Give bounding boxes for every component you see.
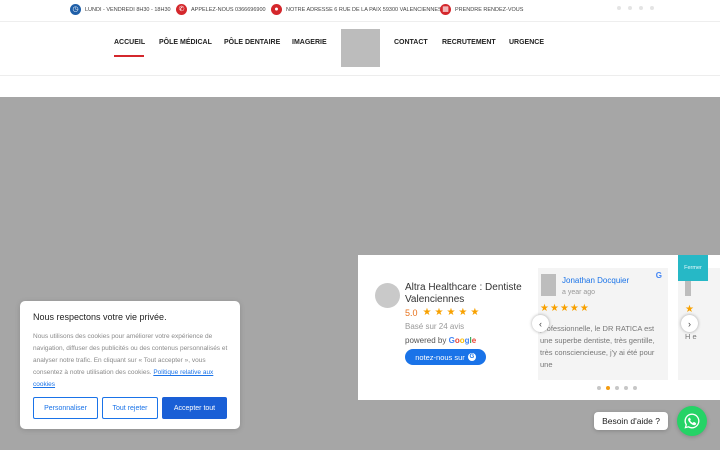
rate-us-label: notez-nous sur xyxy=(415,352,465,362)
carousel-prev-button[interactable]: ‹ xyxy=(532,315,549,332)
social-icon[interactable] xyxy=(650,6,654,10)
nav-item-urgence[interactable]: URGENCE xyxy=(509,39,544,46)
phone-icon: ✆ xyxy=(176,4,187,15)
reject-all-button[interactable]: Tout rejeter xyxy=(102,397,158,419)
calendar-icon: ▦ xyxy=(440,4,451,15)
social-icon[interactable] xyxy=(639,6,643,10)
phone-info[interactable]: ✆ APPELEZ-NOUS 0366696900 xyxy=(176,4,266,15)
business-avatar xyxy=(375,283,400,308)
accept-all-button[interactable]: Accepter tout xyxy=(162,397,227,419)
appointment-text: PRENDRE RENDEZ-VOUS xyxy=(455,6,524,13)
rate-us-button[interactable]: notez-nous sur G xyxy=(405,349,486,365)
google-icon: G xyxy=(655,271,662,280)
whatsapp-button[interactable] xyxy=(677,406,707,436)
star-icon: ★ xyxy=(685,304,694,315)
chevron-right-icon: › xyxy=(688,318,691,329)
powered-by: powered by Google xyxy=(405,336,476,345)
carousel-dot[interactable] xyxy=(633,386,637,390)
cookie-title: Nous respectons votre vie privée. xyxy=(33,312,167,322)
carousel-next-button[interactable]: › xyxy=(681,315,698,332)
nav-item-contact[interactable]: CONTACT xyxy=(394,39,428,46)
help-label[interactable]: Besoin d'aide ? xyxy=(594,412,668,430)
address-info[interactable]: ● NOTRE ADRESSE 6 RUE DE LA PAIX 59300 V… xyxy=(271,4,442,15)
review-text: H e xyxy=(685,332,697,341)
nav-item-pole-dentaire[interactable]: PÔLE DENTAIRE xyxy=(224,39,280,46)
star-icon: ★ xyxy=(422,307,432,318)
review-stars: ★ ★ ★ ★ ★ xyxy=(540,304,589,314)
main-nav: ACCUEIL PÔLE MÉDICAL PÔLE DENTAIRE IMAGE… xyxy=(0,22,720,75)
google-wordmark: Google xyxy=(448,336,477,345)
nav-item-recrutement[interactable]: RECRUTEMENT xyxy=(442,39,496,46)
nav-item-accueil[interactable]: ACCUEIL xyxy=(114,39,145,46)
powered-by-text: powered by xyxy=(405,336,447,345)
header-spacer xyxy=(0,75,720,97)
rating-score: 5.0 xyxy=(405,308,418,318)
star-icon: ★ xyxy=(559,303,569,314)
carousel-dots xyxy=(597,386,637,390)
side-tab[interactable]: Fermer xyxy=(678,255,708,281)
star-icon: ★ xyxy=(446,307,456,318)
star-icon: ★ xyxy=(569,303,579,314)
review-time: a year ago xyxy=(562,289,596,296)
hours-info: ◷ LUNDI - VENDREDI 8H30 - 18H30 xyxy=(70,4,171,15)
reviewer-avatar xyxy=(541,274,556,296)
cookie-body: Nous utilisons des cookies pour améliore… xyxy=(33,331,229,391)
social-icon[interactable] xyxy=(628,6,632,10)
address-text: NOTRE ADRESSE 6 RUE DE LA PAIX 59300 VAL… xyxy=(286,6,442,13)
nav-item-imagerie[interactable]: IMAGERIE xyxy=(292,39,327,46)
star-icon: ★ xyxy=(434,307,444,318)
active-nav-underline xyxy=(114,55,144,57)
rating-summary: 5.0 ★ ★ ★ ★ ★ xyxy=(405,307,480,319)
reviewer-name[interactable]: Jonathan Docquier xyxy=(562,276,629,285)
star-icon: ★ xyxy=(458,307,468,318)
social-links xyxy=(617,6,654,10)
whatsapp-icon xyxy=(684,413,700,429)
star-icon: ★ xyxy=(470,307,480,318)
star-icon: ★ xyxy=(579,303,589,314)
clock-icon: ◷ xyxy=(70,4,81,15)
cookie-consent-banner: Nous respectons votre vie privée. Nous u… xyxy=(20,301,240,429)
carousel-dot[interactable] xyxy=(615,386,619,390)
nav-item-pole-medical[interactable]: PÔLE MÉDICAL xyxy=(159,39,212,46)
phone-text: APPELEZ-NOUS 0366696900 xyxy=(191,6,266,13)
carousel-dot-active[interactable] xyxy=(606,386,610,390)
site-logo[interactable] xyxy=(341,29,380,67)
review-count: Basé sur 24 avis xyxy=(405,322,465,331)
star-icon: ★ xyxy=(540,303,549,314)
hours-text: LUNDI - VENDREDI 8H30 - 18H30 xyxy=(85,6,171,13)
chevron-left-icon: ‹ xyxy=(539,318,542,329)
business-name: Altra Healthcare : Dentiste Valenciennes xyxy=(405,282,522,305)
review-card: Jonathan Docquier a year ago G ★ ★ ★ ★ ★… xyxy=(538,268,668,380)
carousel-dot[interactable] xyxy=(624,386,628,390)
google-reviews-widget: Altra Healthcare : Dentiste Valenciennes… xyxy=(358,255,720,400)
review-text: professionnelle, le DR RATICA est une su… xyxy=(540,324,655,369)
carousel-dot[interactable] xyxy=(597,386,601,390)
top-info-bar: ◷ LUNDI - VENDREDI 8H30 - 18H30 ✆ APPELE… xyxy=(0,0,720,22)
location-pin-icon: ● xyxy=(271,4,282,15)
google-icon: G xyxy=(467,353,476,361)
social-icon[interactable] xyxy=(617,6,621,10)
customize-button[interactable]: Personnaliser xyxy=(33,397,98,419)
appointment-link[interactable]: ▦ PRENDRE RENDEZ-VOUS xyxy=(440,4,523,15)
star-icon: ★ xyxy=(549,303,559,314)
